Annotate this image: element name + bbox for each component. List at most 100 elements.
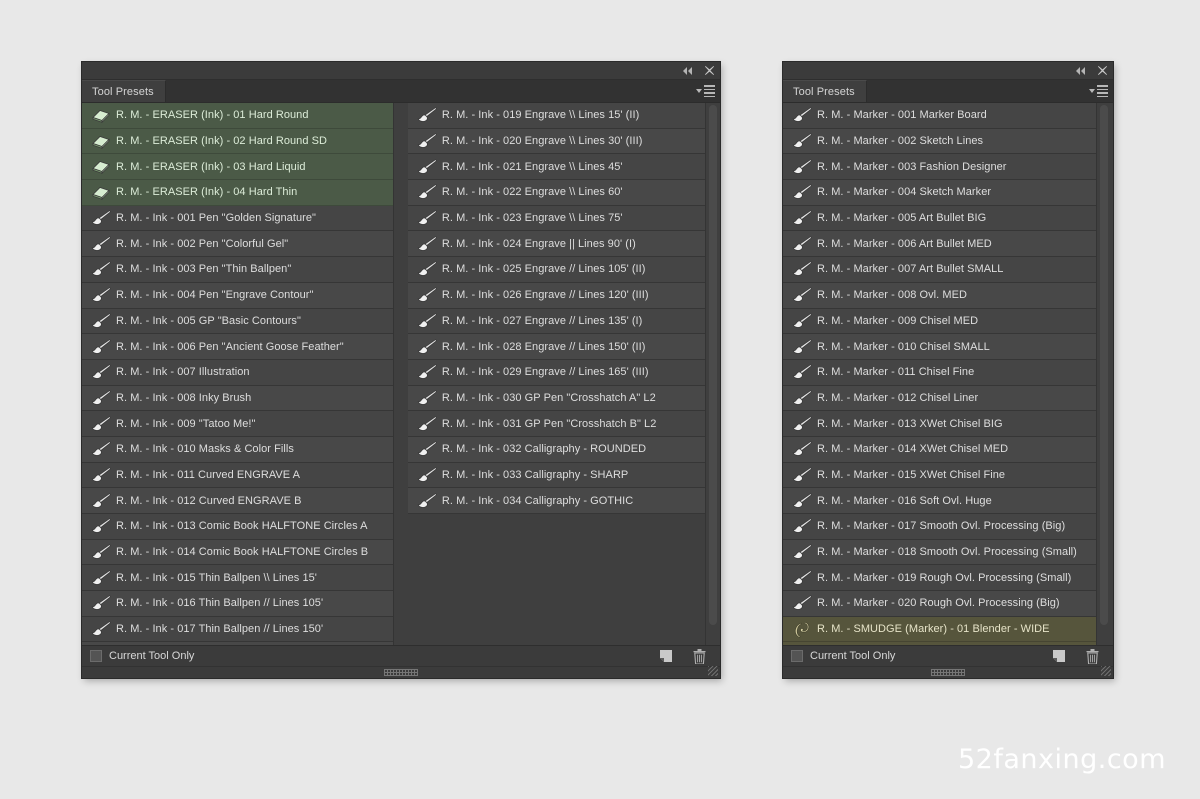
preset-list-item[interactable]: R. M. - Ink - 015 Thin Ballpen \\ Lines … xyxy=(82,565,393,592)
preset-item-label: R. M. - Marker - 019 Rough Ovl. Processi… xyxy=(817,571,1072,584)
preset-list-item[interactable]: R. M. - Marker - 004 Sketch Marker xyxy=(783,180,1096,206)
preset-list-item[interactable]: R. M. - Ink - 007 Illustration xyxy=(82,359,393,386)
brush-icon xyxy=(90,440,112,458)
panel-menu-icon[interactable] xyxy=(1089,85,1108,97)
preset-list-item[interactable]: R. M. - Ink - 016 Thin Ballpen // Lines … xyxy=(82,591,393,617)
preset-list-item[interactable]: R. M. - Marker - 019 Rough Ovl. Processi… xyxy=(783,565,1096,592)
panel-footer: Current Tool Only xyxy=(783,645,1113,666)
preset-list-item[interactable]: R. M. - Ink - 022 Engrave \\ Lines 60' xyxy=(407,180,705,206)
preset-column-b: R. M. - Ink - 019 Engrave \\ Lines 15' (… xyxy=(407,103,705,645)
preset-list-item[interactable]: R. M. - Ink - 001 Pen "Golden Signature" xyxy=(82,205,393,232)
brush-icon xyxy=(90,389,112,407)
hamburger-icon xyxy=(1097,85,1108,97)
preset-list-item[interactable]: R. M. - Ink - 029 Engrave // Lines 165' … xyxy=(407,359,705,386)
preset-list-item[interactable]: R. M. - Ink - 013 Comic Book HALFTONE Ci… xyxy=(82,514,393,540)
preset-list-item[interactable]: R. M. - Ink - 014 Comic Book HALFTONE Ci… xyxy=(82,539,393,566)
preset-item-label: R. M. - Ink - 033 Calligraphy - SHARP xyxy=(441,468,629,481)
preset-item-label: R. M. - Ink - 016 Thin Ballpen // Lines … xyxy=(116,597,324,610)
preset-list-item[interactable]: R. M. - Marker - 012 Chisel Liner xyxy=(783,385,1096,412)
preset-list-item[interactable]: R. M. - Marker - 011 Chisel Fine xyxy=(783,359,1096,386)
preset-list-item[interactable]: R. M. - Marker - 013 XWet Chisel BIG xyxy=(783,411,1096,437)
preset-item-label: R. M. - Marker - 014 XWet Chisel MED xyxy=(817,443,1009,456)
preset-list-item[interactable]: R. M. - Ink - 008 Inky Brush xyxy=(82,385,393,412)
preset-list-item[interactable]: R. M. - Ink - 033 Calligraphy - SHARP xyxy=(407,462,705,489)
preset-list-item[interactable]: R. M. - ERASER (Ink) - 03 Hard Liquid xyxy=(82,154,393,181)
preset-list-item[interactable]: R. M. - Marker - 009 Chisel MED xyxy=(783,308,1096,335)
preset-list-item[interactable]: R. M. - Marker - 003 Fashion Designer xyxy=(783,154,1096,181)
brush-icon xyxy=(791,492,813,510)
new-preset-button[interactable] xyxy=(1052,649,1066,663)
preset-list-item[interactable]: R. M. - Ink - 004 Pen "Engrave Contour" xyxy=(82,282,393,309)
tab-tool-presets[interactable]: Tool Presets xyxy=(783,80,867,102)
preset-item-label: R. M. - Ink - 025 Engrave // Lines 105' … xyxy=(441,263,646,276)
column-divider-scrollbar[interactable] xyxy=(392,103,408,645)
preset-list-item[interactable]: R. M. - Ink - 009 "Tatoo Me!" xyxy=(82,411,393,437)
vertical-scrollbar[interactable] xyxy=(705,103,720,645)
eraser-icon xyxy=(90,183,112,201)
close-icon[interactable] xyxy=(1098,66,1107,75)
preset-list-item[interactable]: R. M. - ERASER (Ink) - 04 Hard Thin xyxy=(82,180,393,206)
brush-icon xyxy=(791,286,813,304)
preset-item-label: R. M. - Ink - 015 Thin Ballpen \\ Lines … xyxy=(116,571,317,584)
preset-list-item[interactable]: R. M. - Ink - 034 Calligraphy - GOTHIC xyxy=(407,488,705,514)
panel-menu-icon[interactable] xyxy=(696,85,715,97)
preset-list-item[interactable]: R. M. - Marker - 014 XWet Chisel MED xyxy=(783,436,1096,463)
preset-list-item[interactable]: R. M. - ERASER (Ink) - 02 Hard Round SD xyxy=(82,128,393,155)
preset-list-item[interactable]: R. M. - Marker - 018 Smooth Ovl. Process… xyxy=(783,539,1096,566)
preset-list-item[interactable]: R. M. - Ink - 005 GP "Basic Contours" xyxy=(82,308,393,335)
delete-preset-button[interactable] xyxy=(693,648,706,664)
preset-list-item[interactable]: R. M. - Ink - 024 Engrave || Lines 90' (… xyxy=(407,231,705,258)
brush-icon xyxy=(791,440,813,458)
preset-list-item[interactable]: R. M. - Marker - 010 Chisel SMALL xyxy=(783,334,1096,360)
preset-list-item[interactable]: R. M. - Ink - 026 Engrave // Lines 120' … xyxy=(407,282,705,309)
panel-resize-grip[interactable] xyxy=(783,666,1113,678)
preset-list-item[interactable]: R. M. - Marker - 015 XWet Chisel Fine xyxy=(783,462,1096,489)
preset-list-item[interactable]: R. M. - Marker - 006 Art Bullet MED xyxy=(783,231,1096,258)
preset-list-item[interactable]: R. M. - Ink - 019 Engrave \\ Lines 15' (… xyxy=(407,103,705,129)
preset-list-item[interactable]: R. M. - Ink - 020 Engrave \\ Lines 30' (… xyxy=(407,128,705,155)
preset-list-item[interactable]: R. M. - Ink - 028 Engrave // Lines 150' … xyxy=(407,334,705,360)
preset-list-item[interactable]: R. M. - Ink - 010 Masks & Color Fills xyxy=(82,436,393,463)
preset-list-item[interactable]: R. M. - Marker - 002 Sketch Lines xyxy=(783,128,1096,155)
resize-corner-icon[interactable] xyxy=(708,666,718,676)
preset-list-item[interactable]: R. M. - Ink - 030 GP Pen "Crosshatch A" … xyxy=(407,385,705,412)
preset-item-label: R. M. - Marker - 004 Sketch Marker xyxy=(817,186,992,199)
preset-list-item[interactable]: R. M. - Ink - 021 Engrave \\ Lines 45' xyxy=(407,154,705,181)
close-icon[interactable] xyxy=(705,66,714,75)
preset-list-item[interactable]: R. M. - SMUDGE (Marker) - 01 Blender - W… xyxy=(783,616,1096,643)
preset-list-item[interactable]: R. M. - Marker - 001 Marker Board xyxy=(783,103,1096,129)
preset-list-item[interactable]: R. M. - Marker - 005 Art Bullet BIG xyxy=(783,205,1096,232)
preset-item-label: R. M. - Marker - 001 Marker Board xyxy=(817,109,987,122)
current-tool-only-checkbox[interactable] xyxy=(791,650,803,662)
brush-icon xyxy=(90,543,112,561)
resize-corner-icon[interactable] xyxy=(1101,666,1111,676)
preset-list-item[interactable]: R. M. - Marker - 020 Rough Ovl. Processi… xyxy=(783,591,1096,617)
preset-list-item[interactable]: R. M. - Ink - 017 Thin Ballpen // Lines … xyxy=(82,616,393,643)
vertical-scrollbar[interactable] xyxy=(1096,103,1111,645)
preset-list-item[interactable]: R. M. - Ink - 006 Pen "Ancient Goose Fea… xyxy=(82,334,393,360)
preset-list-item[interactable]: R. M. - Marker - 007 Art Bullet SMALL xyxy=(783,257,1096,283)
preset-list-item[interactable]: R. M. - Ink - 025 Engrave // Lines 105' … xyxy=(407,257,705,283)
delete-preset-button[interactable] xyxy=(1086,648,1099,664)
preset-list-item[interactable]: R. M. - Ink - 032 Calligraphy - ROUNDED xyxy=(407,436,705,463)
new-preset-button[interactable] xyxy=(659,649,673,663)
collapse-icon[interactable] xyxy=(682,66,694,75)
preset-item-label: R. M. - Ink - 003 Pen "Thin Ballpen" xyxy=(116,263,292,276)
preset-list-item[interactable]: R. M. - Marker - 008 Ovl. MED xyxy=(783,282,1096,309)
preset-list-item[interactable]: R. M. - ERASER (Ink) - 01 Hard Round xyxy=(82,103,393,129)
preset-list-item[interactable]: R. M. - Marker - 016 Soft Ovl. Huge xyxy=(783,488,1096,514)
preset-list-item[interactable]: R. M. - Ink - 023 Engrave \\ Lines 75' xyxy=(407,205,705,232)
preset-list-item[interactable]: R. M. - Marker - 017 Smooth Ovl. Process… xyxy=(783,514,1096,540)
panel-resize-grip[interactable] xyxy=(82,666,720,678)
preset-list-item[interactable]: R. M. - Ink - 027 Engrave // Lines 135' … xyxy=(407,308,705,335)
preset-list-item[interactable]: R. M. - Ink - 002 Pen "Colorful Gel" xyxy=(82,231,393,258)
current-tool-only-checkbox[interactable] xyxy=(90,650,102,662)
preset-item-label: R. M. - Ink - 029 Engrave // Lines 165' … xyxy=(441,366,649,379)
preset-list-item[interactable]: R. M. - Ink - 011 Curved ENGRAVE A xyxy=(82,462,393,489)
tab-tool-presets[interactable]: Tool Presets xyxy=(82,80,166,102)
preset-item-label: R. M. - Ink - 020 Engrave \\ Lines 30' (… xyxy=(441,135,643,148)
collapse-icon[interactable] xyxy=(1075,66,1087,75)
preset-list-item[interactable]: R. M. - Ink - 031 GP Pen "Crosshatch B" … xyxy=(407,411,705,437)
preset-list-item[interactable]: R. M. - Ink - 012 Curved ENGRAVE B xyxy=(82,488,393,514)
preset-list-item[interactable]: R. M. - Ink - 003 Pen "Thin Ballpen" xyxy=(82,257,393,283)
